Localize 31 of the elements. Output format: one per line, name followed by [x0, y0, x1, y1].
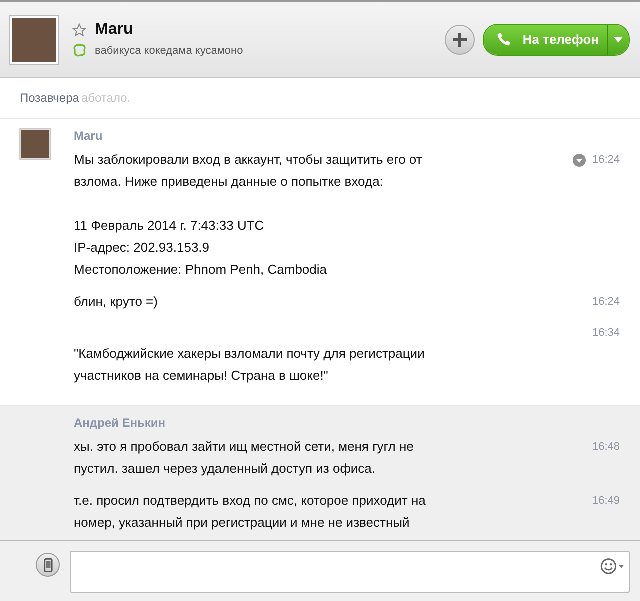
message-time: 16:24	[592, 296, 620, 308]
contact-photo-placeholder	[10, 16, 58, 64]
mood-message: вабикуса кокедама кусамоно	[95, 44, 244, 56]
caret-icon	[614, 36, 623, 42]
message-time: 16:49	[592, 495, 620, 507]
day-label: Позавчера	[20, 91, 80, 105]
message-text: т.е. просил подтвердить вход по смс, которое приходит на номер, указанный при регистрации и мне не известный	[74, 492, 427, 532]
sender-name: Maru	[74, 129, 104, 143]
message-menu-icon[interactable]	[573, 154, 586, 166]
call-options-dropdown[interactable]	[607, 24, 629, 54]
mobile-button[interactable]	[36, 553, 60, 577]
sender-name: Андрей Енькин	[74, 416, 167, 430]
message-time: 16:24	[592, 154, 620, 166]
message-text: хы. это я пробовал зайти ищ местной сети, меня гугл не пустил. зашел через удаленный доступ из офиса.	[74, 438, 415, 478]
add-button[interactable]	[444, 24, 475, 54]
plus-icon	[452, 32, 468, 48]
message-time: 16:48	[592, 441, 620, 453]
call-phone-button[interactable]: На телефон	[484, 24, 607, 54]
message-time: 16:34	[592, 327, 620, 339]
faded-message-text: аботало.	[81, 91, 131, 105]
message-text: блин, круто =)	[74, 293, 159, 311]
contact-name: Maru	[95, 21, 134, 39]
phone-icon	[496, 31, 513, 48]
message-text: Мы заблокировали вход в аккаунт, чтобы защитить его от взлома. Ниже приведены данные о попытке входа: 11 Февраль 2014 г. 7:43:33 UTC IP-адрес: 202.93.153.9 Местоположение: Phnom Penh, Cambodia	[74, 151, 424, 279]
sender-photo-placeholder	[20, 129, 50, 159]
mobile-phone-icon	[44, 558, 52, 572]
status-icon	[72, 43, 87, 58]
star-icon[interactable]	[72, 22, 87, 38]
smiley-icon[interactable]	[600, 558, 625, 575]
message-text: "Камбоджийские хакеры взломали почту для регистрации участников на семинары! Страна в шоке!"	[74, 345, 426, 385]
message-input-field[interactable]	[70, 551, 630, 593]
